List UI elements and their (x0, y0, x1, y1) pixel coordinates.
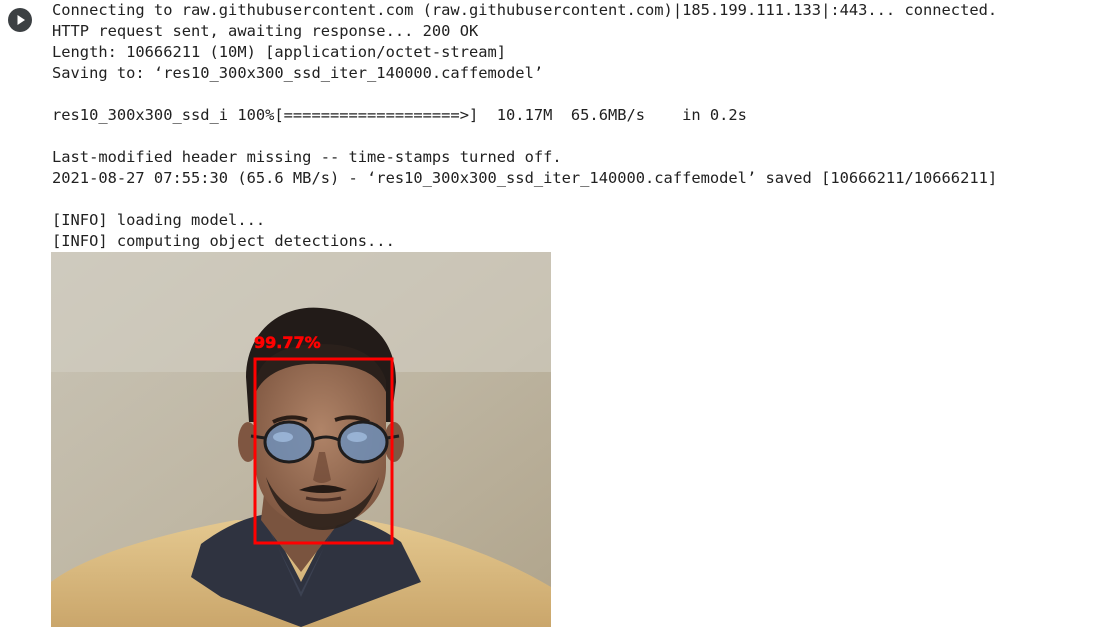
output-line-last-modified: Last-modified header missing -- time-sta… (52, 148, 562, 166)
output-line-saved: 2021-08-27 07:55:30 (65.6 MB/s) - ‘res10… (52, 169, 998, 187)
output-line-computing-detections: [INFO] computing object detections... (52, 232, 395, 250)
output-line-connecting: Connecting to raw.githubusercontent.com … (52, 1, 998, 19)
detection-confidence-label: 99.77% (254, 333, 321, 352)
run-cell-button[interactable] (8, 8, 32, 32)
output-line-saving-to: Saving to: ‘res10_300x300_ssd_iter_14000… (52, 64, 544, 82)
output-blank-line (52, 189, 1112, 210)
webcam-photo: 99.77% (51, 252, 551, 627)
cell-output: Connecting to raw.githubusercontent.com … (52, 0, 1112, 252)
output-line-progress: res10_300x300_ssd_i 100%[===============… (52, 106, 747, 124)
output-blank-line (52, 84, 1112, 105)
play-icon (17, 15, 25, 25)
output-blank-line (52, 126, 1112, 147)
output-line-http-request: HTTP request sent, awaiting response... … (52, 22, 479, 40)
detection-output-image: 99.77% (51, 252, 551, 627)
output-line-length: Length: 10666211 (10M) [application/octe… (52, 43, 507, 61)
output-line-loading-model: [INFO] loading model... (52, 211, 266, 229)
